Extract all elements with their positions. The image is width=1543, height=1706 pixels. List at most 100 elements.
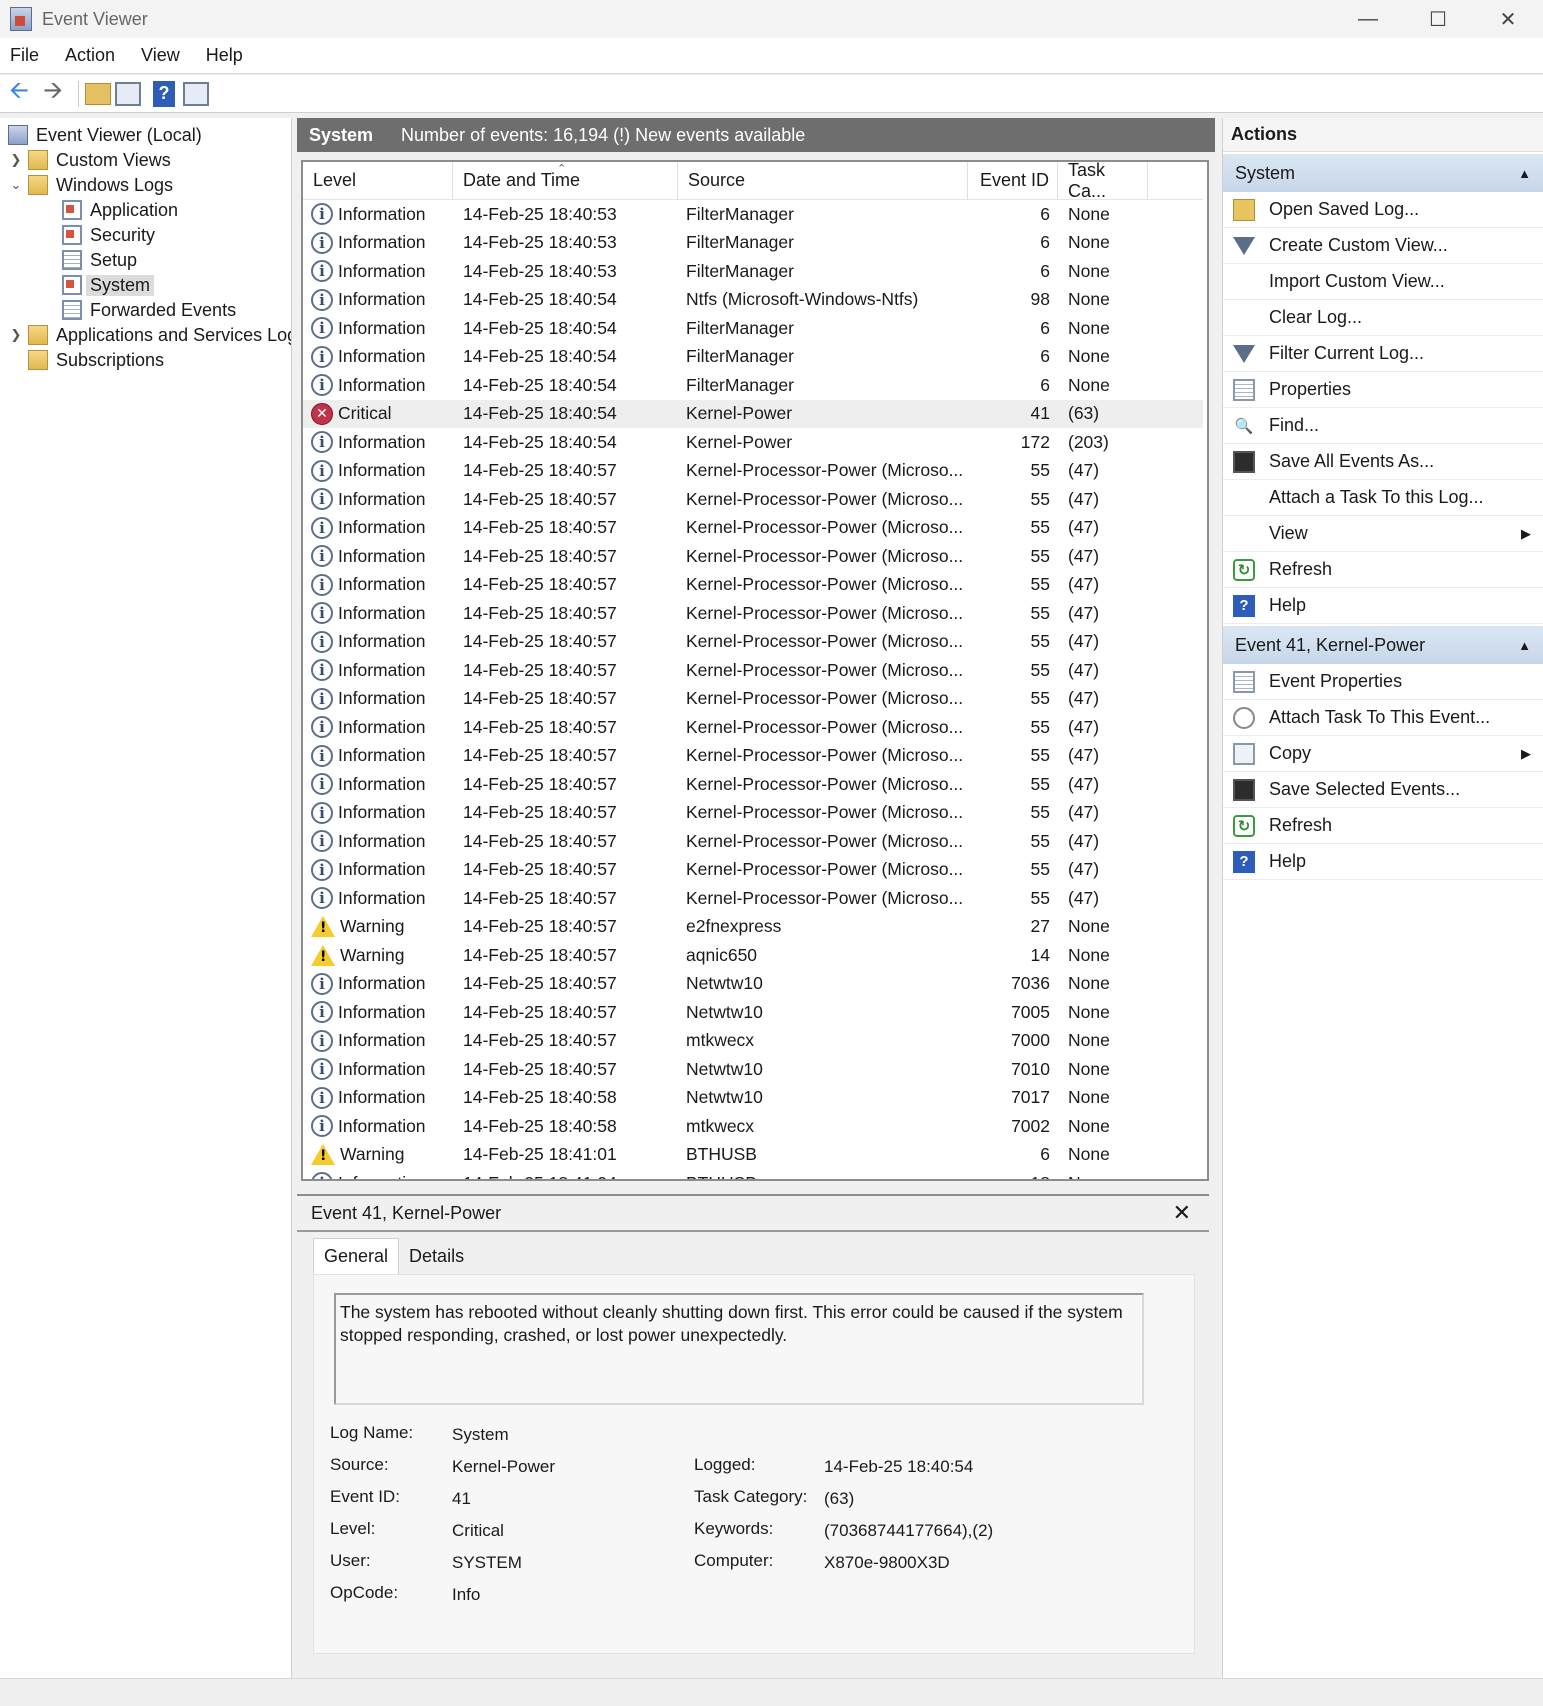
action-save-all-events-as[interactable]: Save All Events As...	[1223, 444, 1543, 480]
back-arrow-icon[interactable]: 🡨	[4, 77, 34, 109]
table-row[interactable]: i Information 14-Feb-25 18:40:58 Netwtw10 70…	[303, 1084, 1203, 1113]
menu-file[interactable]: File	[10, 45, 39, 66]
action-save-selected-events[interactable]: Save Selected Events...	[1223, 772, 1543, 808]
action-help[interactable]: ? Help	[1223, 844, 1543, 880]
tab-details[interactable]: Details	[399, 1238, 474, 1274]
tree-item-custom-views[interactable]: ❯ Custom Views	[8, 147, 171, 173]
table-row[interactable]: i Information 14-Feb-25 18:40:58 mtkwecx 700…	[303, 1112, 1203, 1141]
minimize-button[interactable]: —	[1333, 0, 1403, 38]
table-row[interactable]: i Information 14-Feb-25 18:40:54 FilterMana…	[303, 371, 1203, 400]
action-properties[interactable]: Properties	[1223, 372, 1543, 408]
action-import-custom-view[interactable]: Import Custom View...	[1223, 264, 1543, 300]
table-row[interactable]: i Information 14-Feb-25 18:40:57 Kernel-Pro…	[303, 656, 1203, 685]
table-row[interactable]: i Information 14-Feb-25 18:40:53 FilterMana…	[303, 229, 1203, 258]
table-row[interactable]: i Information 14-Feb-25 18:40:57 Kernel-Pro…	[303, 827, 1203, 856]
tree-item-setup[interactable]: Setup	[58, 247, 137, 273]
table-row[interactable]: i Information 14-Feb-25 18:40:57 Kernel-Pro…	[303, 884, 1203, 913]
value-task-category[interactable]: (63)	[824, 1489, 854, 1509]
table-row[interactable]: i Information 14-Feb-25 18:40:57 Kernel-Pro…	[303, 685, 1203, 714]
action-filter-current-log[interactable]: Filter Current Log...	[1223, 336, 1543, 372]
action-attach-task-to-this-event[interactable]: Attach Task To This Event...	[1223, 700, 1543, 736]
action-view[interactable]: View ▶	[1223, 516, 1543, 552]
table-row[interactable]: i Information 14-Feb-25 18:40:57 Netwtw10 70…	[303, 998, 1203, 1027]
column-header-event-id[interactable]: Event ID	[968, 162, 1058, 200]
up-folder-icon[interactable]	[85, 82, 111, 105]
menu-help[interactable]: Help	[206, 45, 243, 66]
actions-section-system[interactable]: System ▲	[1223, 154, 1543, 192]
close-icon[interactable]: ✕	[1173, 1200, 1191, 1226]
chevron-right-icon[interactable]: ❯	[8, 152, 24, 168]
table-row[interactable]: i Information 14-Feb-25 18:40:57 mtkwecx 700…	[303, 1027, 1203, 1056]
table-row[interactable]: i Information 14-Feb-25 18:40:54 FilterMana…	[303, 343, 1203, 372]
value-log-name[interactable]: System	[452, 1425, 509, 1445]
action-copy[interactable]: Copy ▶	[1223, 736, 1543, 772]
table-row[interactable]: i Information 14-Feb-25 18:40:57 Kernel-Pro…	[303, 856, 1203, 885]
action-attach-a-task-to-this-log[interactable]: Attach a Task To this Log...	[1223, 480, 1543, 516]
table-row[interactable]: ! Warning 14-Feb-25 18:40:57 aqnic650 14 None	[303, 941, 1203, 970]
table-row[interactable]: i Information 14-Feb-25 18:40:53 FilterMana…	[303, 200, 1203, 229]
action-clear-log[interactable]: Clear Log...	[1223, 300, 1543, 336]
collapse-up-icon[interactable]: ▲	[1518, 166, 1531, 181]
table-row[interactable]: i Information 14-Feb-25 18:40:54 Ntfs (Micr…	[303, 286, 1203, 315]
table-row[interactable]: ! Warning 14-Feb-25 18:40:57 e2fnexpress 27 N…	[303, 913, 1203, 942]
event-message[interactable]: The system has rebooted without cleanly …	[334, 1293, 1144, 1405]
chevron-down-icon[interactable]: ⌄	[8, 177, 24, 193]
tree-item-system[interactable]: System	[58, 272, 155, 298]
table-row[interactable]: i Information 14-Feb-25 18:40:57 Kernel-Pro…	[303, 457, 1203, 486]
action-find[interactable]: 🔍 Find...	[1223, 408, 1543, 444]
column-header-date[interactable]: ⌃ Date and Time	[453, 162, 678, 200]
help-icon[interactable]: ?	[153, 80, 175, 107]
show-hide-action-pane-icon[interactable]	[183, 81, 209, 106]
column-header-task-category[interactable]: Task Ca...	[1058, 162, 1148, 201]
table-row[interactable]: i Information 14-Feb-25 18:40:57 Netwtw10 70…	[303, 1055, 1203, 1084]
value-opcode[interactable]: Info	[452, 1585, 480, 1605]
table-row[interactable]: i Information 14-Feb-25 18:40:57 Kernel-Pro…	[303, 742, 1203, 771]
action-refresh[interactable]: ↻ Refresh	[1223, 552, 1543, 588]
collapse-up-icon[interactable]: ▲	[1518, 638, 1531, 653]
table-row[interactable]: i Information 14-Feb-25 18:40:57 Kernel-Pro…	[303, 542, 1203, 571]
value-source[interactable]: Kernel-Power	[452, 1457, 555, 1477]
tree-item-root[interactable]: Event Viewer (Local)	[4, 122, 202, 148]
value-keywords[interactable]: (70368744177664),(2)	[824, 1521, 993, 1541]
value-level[interactable]: Critical	[452, 1521, 504, 1541]
value-event-id[interactable]: 41	[452, 1489, 471, 1509]
table-row[interactable]: i Information 14-Feb-25 18:40:57 Kernel-Pro…	[303, 713, 1203, 742]
table-row[interactable]: i Information 14-Feb-25 18:40:57 Kernel-Pro…	[303, 571, 1203, 600]
action-create-custom-view[interactable]: Create Custom View...	[1223, 228, 1543, 264]
forward-arrow-icon[interactable]: 🡪	[38, 77, 68, 109]
chevron-right-icon[interactable]: ❯	[8, 327, 24, 343]
table-row[interactable]: i Information 14-Feb-25 18:40:57 Kernel-Pro…	[303, 799, 1203, 828]
table-row[interactable]: i Information 14-Feb-25 18:40:57 Kernel-Pro…	[303, 770, 1203, 799]
tree-item-subscriptions[interactable]: Subscriptions	[24, 347, 164, 373]
action-event-properties[interactable]: Event Properties	[1223, 664, 1543, 700]
table-row[interactable]: i Information 14-Feb-25 18:40:54 FilterMana…	[303, 314, 1203, 343]
table-row[interactable]: ✕ Critical 14-Feb-25 18:40:54 Kernel-Power 4…	[303, 399, 1203, 428]
action-refresh[interactable]: ↻ Refresh	[1223, 808, 1543, 844]
table-row[interactable]: ! Warning 14-Feb-25 18:41:01 BTHUSB 6 None	[303, 1141, 1203, 1170]
action-help[interactable]: ? Help	[1223, 588, 1543, 624]
tree-item-forwarded-events[interactable]: Forwarded Events	[58, 297, 236, 323]
value-computer[interactable]: X870e-9800X3D	[824, 1553, 950, 1573]
table-row[interactable]: i Information 14-Feb-25 18:40:57 Netwtw10 70…	[303, 970, 1203, 999]
table-row[interactable]: i Information 14-Feb-25 18:40:53 FilterMana…	[303, 257, 1203, 286]
table-row[interactable]: i Information 14-Feb-25 18:40:54 Kernel-Pow…	[303, 428, 1203, 457]
show-hide-console-tree-icon[interactable]	[115, 81, 141, 106]
tab-general[interactable]: General	[313, 1238, 400, 1274]
table-row[interactable]: i Information 14-Feb-25 18:40:57 Kernel-Pro…	[303, 514, 1203, 543]
tree-item-windows-logs[interactable]: ⌄ Windows Logs	[8, 172, 173, 198]
value-logged[interactable]: 14-Feb-25 18:40:54	[824, 1457, 973, 1477]
table-row[interactable]: iInformation14-Feb-25 18:41:04BTHUSB18No…	[303, 1169, 1203, 1179]
tree-item-application[interactable]: Application	[58, 197, 178, 223]
table-row[interactable]: i Information 14-Feb-25 18:40:57 Kernel-Pro…	[303, 599, 1203, 628]
tree-item-applications-services[interactable]: ❯ Applications and Services Logs	[8, 322, 291, 348]
tree-item-security[interactable]: Security	[58, 222, 155, 248]
menu-view[interactable]: View	[141, 45, 180, 66]
close-button[interactable]: ✕	[1473, 0, 1543, 38]
action-open-saved-log[interactable]: Open Saved Log...	[1223, 192, 1543, 228]
actions-section-event[interactable]: Event 41, Kernel-Power ▲	[1223, 626, 1543, 664]
column-header-source[interactable]: Source	[678, 162, 968, 200]
column-header-level[interactable]: Level	[303, 162, 453, 200]
maximize-button[interactable]: ☐	[1403, 0, 1473, 38]
table-row[interactable]: i Information 14-Feb-25 18:40:57 Kernel-Pro…	[303, 628, 1203, 657]
menu-action[interactable]: Action	[65, 45, 115, 66]
